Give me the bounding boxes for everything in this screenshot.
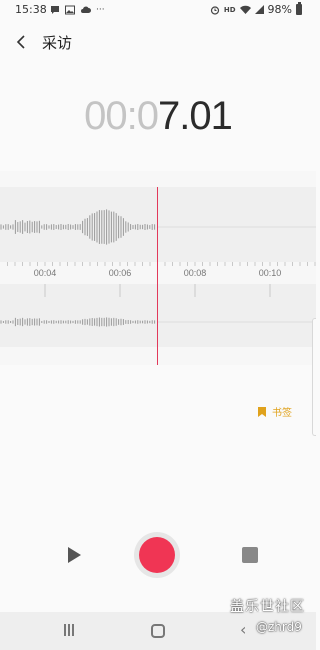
watermark-title: 盖乐世社区	[230, 599, 305, 615]
message-icon	[51, 6, 59, 14]
app-header: 采访	[0, 24, 316, 60]
status-bar: 15:38 ··· HD 98%	[0, 0, 316, 20]
signal-icon	[254, 5, 264, 14]
timeline-tick-label: 00:06	[108, 268, 132, 278]
play-button[interactable]	[64, 545, 84, 565]
stop-button[interactable]	[242, 547, 258, 563]
home-button[interactable]	[151, 624, 165, 638]
alarm-icon	[210, 5, 219, 15]
chevron-left-icon	[16, 35, 25, 49]
battery-icon	[296, 2, 302, 15]
edge-panel-handle[interactable]	[312, 318, 316, 436]
more-notifications-icon: ···	[96, 5, 105, 15]
hd-badge: HD	[223, 5, 236, 14]
battery-percent: 98%	[267, 3, 292, 16]
notification-icons: ···	[50, 4, 105, 16]
wifi-icon	[239, 5, 251, 14]
record-button[interactable]	[134, 532, 180, 578]
status-time: 15:38	[15, 3, 47, 16]
system-icons: HD 98%	[210, 2, 302, 16]
record-icon	[139, 537, 175, 573]
recent-apps-button[interactable]	[64, 624, 76, 638]
timeline-tick-label: 00:10	[258, 268, 282, 278]
image-icon	[65, 5, 75, 15]
playback-controls	[0, 530, 316, 580]
bookmark-icon	[258, 406, 266, 417]
bookmark-button[interactable]: 书签	[258, 404, 292, 419]
watermark-handle: @zhrd9	[256, 620, 302, 634]
cloud-icon	[81, 6, 91, 13]
page-title: 采访	[42, 34, 73, 52]
timer-dim-part: 00:0	[84, 94, 159, 138]
bookmark-label: 书签	[272, 408, 292, 419]
playhead-line[interactable]	[157, 187, 158, 365]
timeline-tick-label: 00:08	[183, 268, 207, 278]
waveform-area[interactable]: 00:04 00:06 00:08 00:10	[0, 171, 316, 365]
elapsed-timer: 00:07.01	[0, 94, 316, 139]
back-button[interactable]	[10, 30, 34, 54]
community-watermark: 盖乐世社区 @zhrd9	[230, 596, 316, 634]
timeline-tick-label: 00:04	[33, 268, 57, 278]
timer-bright-part: 7.01	[158, 94, 233, 138]
